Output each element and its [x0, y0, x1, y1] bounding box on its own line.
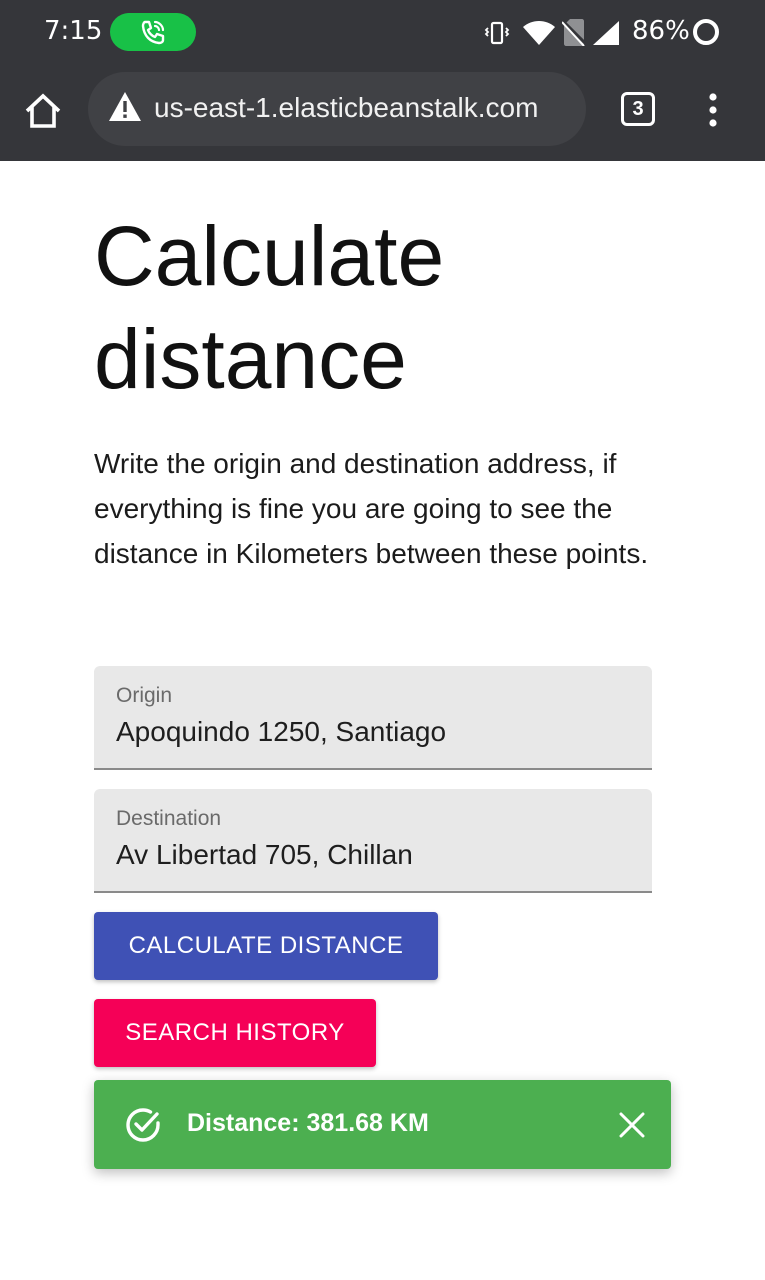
vibrate-icon [484, 21, 510, 45]
toast-message: Distance: 381.68 KM [187, 1109, 429, 1137]
warning-icon[interactable] [108, 91, 142, 123]
ongoing-call-pill[interactable] [110, 13, 196, 51]
destination-input[interactable] [116, 839, 626, 871]
close-icon[interactable] [618, 1111, 646, 1139]
search-history-button[interactable]: SEARCH HISTORY [94, 999, 376, 1067]
destination-field[interactable]: Destination [94, 789, 652, 893]
check-circle-icon [126, 1108, 160, 1142]
calculate-distance-button[interactable]: CALCULATE DISTANCE [94, 912, 438, 980]
page-description: Write the origin and destination address… [94, 448, 649, 569]
origin-input[interactable] [116, 716, 626, 748]
browser-toolbar: us-east-1.elasticbeanstalk.com 3 [0, 64, 765, 161]
wifi-icon [523, 21, 555, 45]
origin-field[interactable]: Origin [94, 666, 652, 770]
destination-label: Destination [116, 807, 222, 830]
address-bar[interactable]: us-east-1.elasticbeanstalk.com [88, 72, 586, 146]
no-sim-icon [562, 18, 586, 46]
home-icon[interactable] [22, 90, 64, 132]
origin-label: Origin [116, 684, 173, 707]
status-bar: 7:15 86% [0, 0, 765, 64]
battery-percent: 86% [632, 16, 690, 46]
page-title: Calculate distance [94, 209, 445, 406]
signal-icon [593, 21, 619, 45]
phone-call-icon [141, 20, 165, 45]
overflow-menu-icon[interactable] [700, 92, 726, 128]
status-time: 7:15 [44, 16, 103, 46]
url-text[interactable]: us-east-1.elasticbeanstalk.com [154, 92, 538, 124]
tab-switcher-icon[interactable]: 3 [621, 92, 655, 126]
battery-ring-icon [693, 19, 719, 45]
distance-result-toast: Distance: 381.68 KM [94, 1080, 671, 1169]
